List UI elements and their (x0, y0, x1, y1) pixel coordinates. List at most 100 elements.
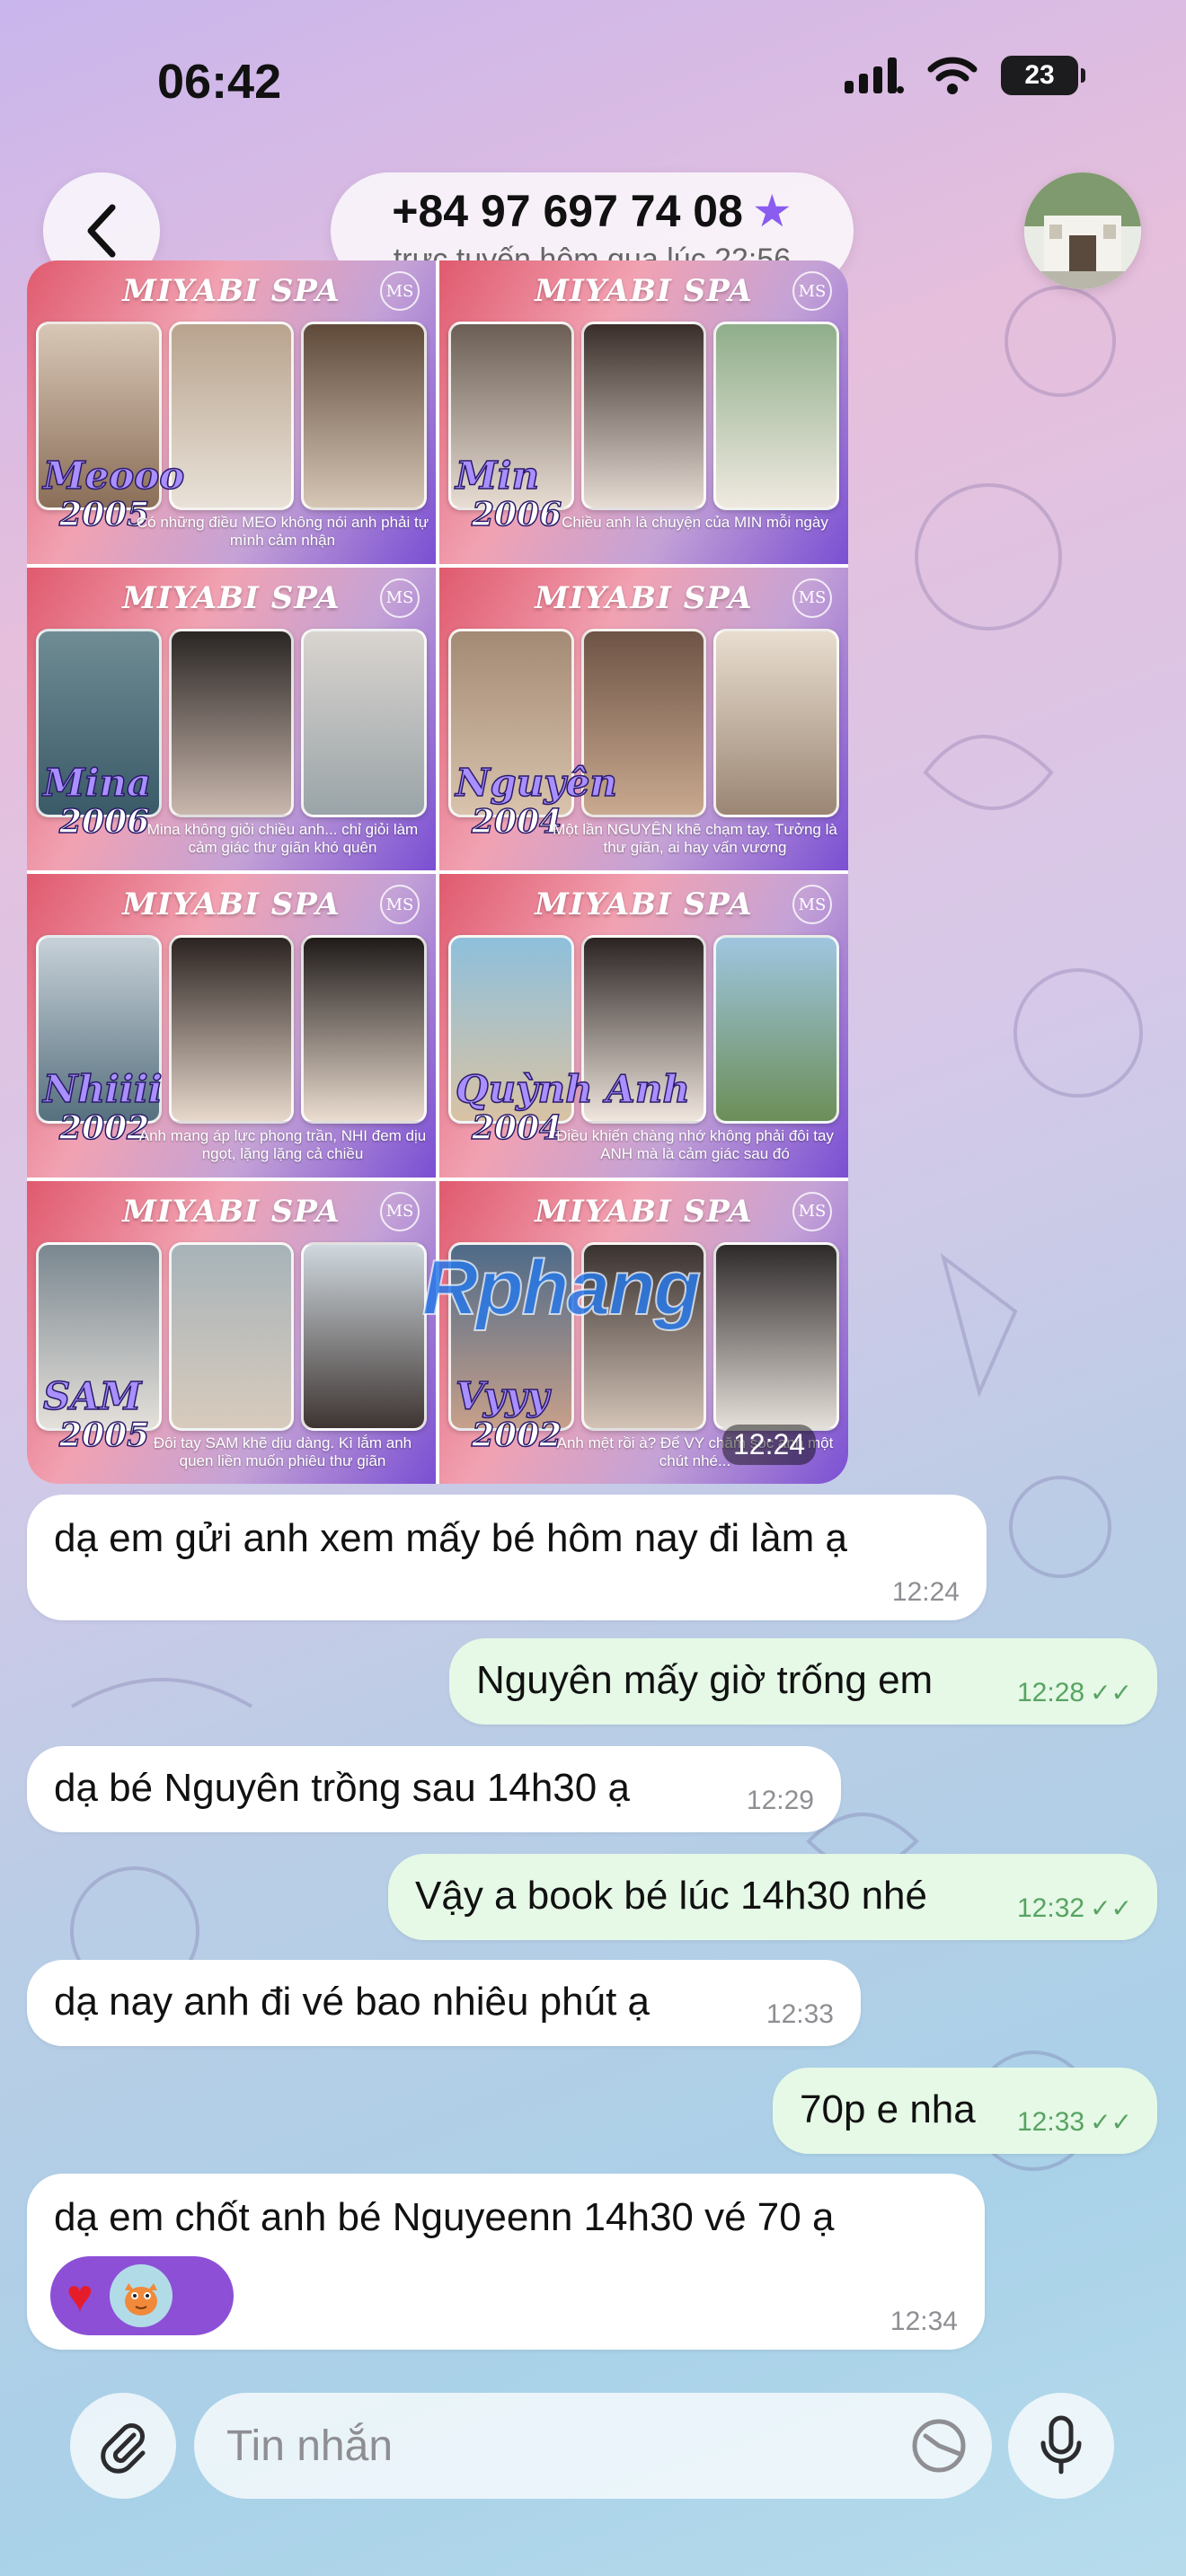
message-time: 12:32 ✓✓ (1017, 1893, 1132, 1924)
logo-icon: MS (792, 578, 832, 618)
photo (713, 322, 840, 510)
message-text: dạ em gửi anh xem mấy bé hôm nay đi làm … (54, 1516, 847, 1560)
message-time: 12:33 ✓✓ (1017, 2107, 1132, 2138)
message-time: 12:33 (766, 1999, 834, 2029)
reactions-pill[interactable]: ♥ (50, 2256, 234, 2335)
logo-icon: MS (380, 1191, 420, 1231)
message-text: dạ nay anh đi vé bao nhiêu phút ạ (54, 1980, 650, 2024)
status-bar: 06:42 23 (0, 0, 1186, 171)
logo-icon: MS (380, 578, 420, 618)
logo-icon: MS (792, 885, 832, 924)
logo-icon: MS (380, 271, 420, 311)
photo (713, 1241, 840, 1431)
tile-caption: Điều khiến chàng nhớ không phải đôi tay … (556, 1127, 834, 1162)
status-time: 06:42 (157, 55, 282, 109)
message-bubble-outgoing[interactable]: 70p e nha 12:33 ✓✓ (773, 2068, 1157, 2154)
tile-name: Nhiiii (42, 1066, 163, 1112)
cartoon-avatar-icon (124, 2283, 157, 2316)
tile-caption: Có những điều MEO không nói anh phải tự … (136, 514, 429, 549)
tile-caption: Chiều anh là chuyện của MIN mỗi ngày (562, 514, 828, 531)
gallery-tile[interactable]: MIYABI SPA MS Nhiiii 2002 Anh mang áp lự… (27, 874, 436, 1178)
signal-icon (845, 57, 904, 93)
tile-name: SAM (42, 1373, 142, 1419)
logo-icon: MS (792, 271, 832, 311)
tile-caption: Đôi tay SAM khẽ dịu dàng. Kì lắm anh que… (153, 1434, 412, 1469)
message-time: 12:34 (890, 2307, 958, 2336)
tile-brand: MIYABI SPA (535, 579, 753, 616)
message-text: 70p e nha (800, 2087, 976, 2131)
read-check-icon: ✓✓ (1090, 1679, 1132, 1707)
message-input[interactable] (226, 2393, 891, 2499)
watermark: Rphang (421, 1244, 702, 1332)
photo (301, 1241, 428, 1431)
contact-avatar[interactable] (1024, 172, 1141, 289)
tile-brand: MIYABI SPA (122, 1193, 341, 1230)
tile-name: Nguyên (455, 760, 617, 806)
contact-name: +84 97 697 74 08 ★ (331, 185, 854, 237)
photo (713, 628, 840, 817)
battery-icon: 23 (1001, 56, 1085, 95)
star-icon: ★ (751, 186, 792, 236)
microphone-icon (1040, 2415, 1082, 2475)
gallery-tile[interactable]: MIYABI SPA MS Meooo 2005 Có những điều M… (27, 260, 436, 564)
gallery-tile[interactable]: MIYABI SPA MS Min 2006 Chiều anh là chuy… (439, 260, 848, 564)
tile-brand: MIYABI SPA (535, 1193, 753, 1230)
photo (168, 1241, 295, 1431)
tile-brand: MIYABI SPA (535, 273, 753, 309)
photo (301, 628, 428, 817)
reaction-avatar (109, 2264, 173, 2327)
message-bubble-outgoing[interactable]: Vậy a book bé lúc 14h30 nhé 12:32 ✓✓ (388, 1854, 1157, 1940)
logo-icon: MS (792, 1191, 832, 1231)
microphone-button[interactable] (1008, 2393, 1114, 2499)
tile-name: Meooo (42, 453, 185, 498)
status-icons: 23 (845, 56, 1085, 95)
message-text: dạ bé Nguyên trồng sau 14h30 ạ (54, 1766, 630, 1810)
photo (168, 322, 295, 510)
tile-brand: MIYABI SPA (122, 579, 341, 616)
read-check-icon: ✓✓ (1090, 2108, 1132, 2136)
photo (301, 322, 428, 510)
photo (168, 628, 295, 817)
message-bubble-incoming[interactable]: dạ em chốt anh bé Nguyeenn 14h30 vé 70 ạ… (27, 2174, 985, 2350)
tile-brand: MIYABI SPA (535, 887, 753, 922)
message-input-container (194, 2393, 992, 2499)
message-time-text: 12:28 (1017, 1678, 1085, 1707)
message-bubble-incoming[interactable]: dạ em gửi anh xem mấy bé hôm nay đi làm … (27, 1495, 987, 1620)
paperclip-icon (101, 2423, 146, 2474)
message-bubble-incoming[interactable]: dạ nay anh đi vé bao nhiêu phút ạ 12:33 (27, 1960, 861, 2046)
photo (301, 935, 428, 1124)
message-text: Nguyên mấy giờ trống em (476, 1658, 934, 1702)
message-bubble-incoming[interactable]: dạ bé Nguyên trồng sau 14h30 ạ 12:29 (27, 1746, 841, 1832)
photo (580, 322, 707, 510)
tile-caption: Mina không giỏi chiều anh... chỉ giỏi là… (146, 820, 419, 856)
sticker-icon[interactable] (909, 2416, 969, 2475)
gallery-tile[interactable]: MIYABI SPA MS Quỳnh Anh 2004 Điều khiến … (439, 874, 848, 1178)
message-bubble-outgoing[interactable]: Nguyên mấy giờ trống em 12:28 ✓✓ (449, 1638, 1157, 1725)
tile-name: Vyyy (455, 1373, 550, 1419)
contact-name-text: +84 97 697 74 08 (392, 186, 743, 236)
gallery-tile[interactable]: MIYABI SPA MS SAM 2005 Đôi tay SAM khẽ d… (27, 1180, 436, 1484)
message-time: 12:28 ✓✓ (1017, 1678, 1132, 1708)
message-text: dạ em chốt anh bé Nguyeenn 14h30 vé 70 ạ (54, 2195, 835, 2239)
tile-brand: MIYABI SPA (122, 273, 341, 309)
logo-icon: MS (380, 885, 420, 924)
attach-button[interactable] (70, 2393, 176, 2499)
gallery-tile[interactable]: MIYABI SPA MS Mina 2006 Mina không giỏi … (27, 567, 436, 870)
heart-icon: ♥ (66, 2271, 93, 2321)
tile-caption: Một lần NGUYÊN khẽ chạm tay. Tưởng là th… (553, 820, 837, 856)
message-time-text: 12:32 (1017, 1893, 1085, 1923)
message-time: 12:29 (746, 1786, 814, 1815)
tile-name: Min (455, 453, 539, 498)
photo (713, 935, 840, 1124)
wifi-icon (927, 57, 978, 94)
message-text: Vậy a book bé lúc 14h30 nhé (415, 1874, 928, 1918)
gallery-tile[interactable]: MIYABI SPA MS Nguyên 2004 Một lần NGUYÊN… (439, 567, 848, 870)
avatar-image (1024, 172, 1141, 289)
image-timestamp: 12:24 (722, 1425, 817, 1465)
read-check-icon: ✓✓ (1090, 1894, 1132, 1922)
message-time-text: 12:33 (1017, 2107, 1085, 2137)
chevron-left-icon (87, 204, 116, 258)
photo (168, 935, 295, 1124)
tile-name: Mina (42, 760, 152, 806)
message-time: 12:24 (891, 1577, 960, 1607)
